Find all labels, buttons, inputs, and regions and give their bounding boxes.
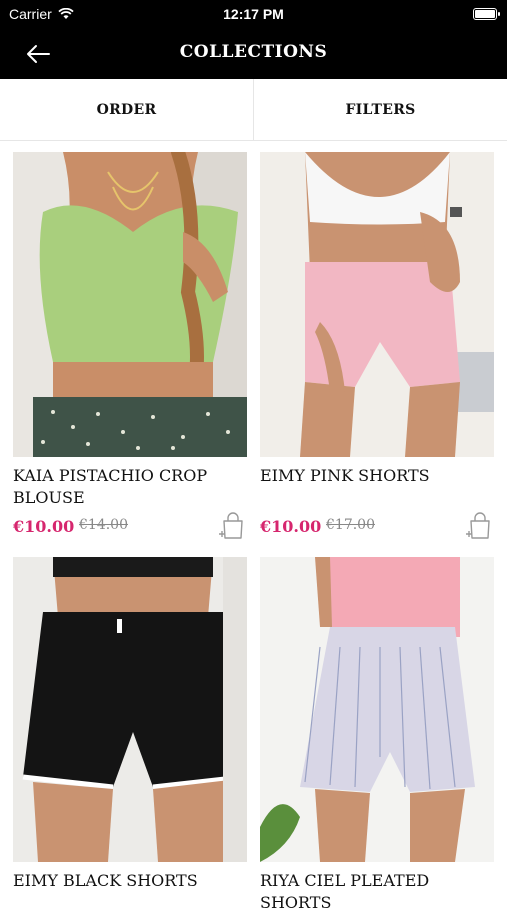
product-name[interactable]: EIMY BLACK SHORTS — [13, 870, 243, 892]
status-bar: Carrier 12:17 PM — [0, 0, 507, 30]
product-old-price: €14.00 — [79, 517, 128, 533]
product-image[interactable] — [260, 152, 494, 457]
price-row: €10.00 €17.00 — [260, 512, 494, 543]
clock: 12:17 PM — [223, 6, 284, 22]
add-to-cart-button[interactable] — [217, 511, 245, 541]
page-title: COLLECTIONS — [179, 42, 328, 62]
product-name[interactable]: EIMY PINK SHORTS — [260, 465, 490, 487]
battery-icon — [473, 8, 500, 20]
product-name[interactable]: RIYA CIEL PLEATED SHORTS — [260, 870, 490, 914]
shopping-bag-add-icon — [466, 512, 490, 539]
navigation-bar: COLLECTIONS — [0, 30, 507, 79]
order-button[interactable]: ORDER — [0, 79, 253, 140]
product-price: €10.00 — [13, 517, 75, 536]
sort-filter-toolbar: ORDER FILTERS — [0, 79, 507, 141]
product-image[interactable] — [13, 152, 247, 457]
add-to-cart-button[interactable] — [464, 511, 492, 541]
product-name[interactable]: KAIA PISTACHIO CROP BLOUSE — [13, 465, 243, 509]
battery-level — [475, 10, 495, 18]
product-image[interactable] — [260, 557, 494, 862]
price-row: €10.00 €14.00 — [13, 512, 247, 543]
product-price: €10.00 — [260, 517, 322, 536]
product-old-price: €17.00 — [326, 517, 375, 533]
product-image[interactable] — [13, 557, 247, 862]
filters-button[interactable]: FILTERS — [253, 79, 507, 140]
shopping-bag-add-icon — [219, 512, 243, 539]
